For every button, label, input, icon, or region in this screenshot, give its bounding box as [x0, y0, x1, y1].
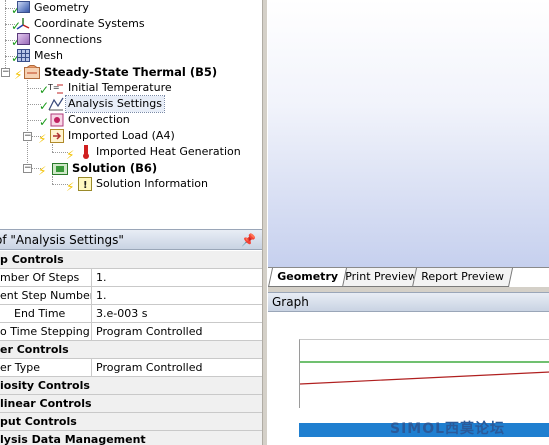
geometry-viewport[interactable] [268, 0, 549, 267]
ansys-mechanical-window: ✓ Geometry ✓ Coordinate Systems ✓ Connec… [0, 0, 549, 445]
tree-item-steady-state-thermal[interactable]: ⚡ Steady-State Thermal (B5) [12, 64, 219, 81]
tree-item-label: Connections [34, 33, 102, 46]
details-property-value[interactable]: 3.e-003 s [92, 305, 262, 322]
tree-item-label: Solution Information [96, 177, 208, 190]
tab-label: Geometry [277, 270, 339, 283]
details-category-row[interactable]: put Controls [0, 413, 262, 431]
details-property-value[interactable]: 1. [92, 269, 262, 286]
details-category-label: er Controls [0, 343, 69, 356]
tree-item-label: Geometry [34, 1, 89, 14]
details-category-label: linear Controls [0, 397, 92, 410]
details-category-row[interactable]: lysis Data Management [0, 431, 262, 445]
imported-load-icon: ⚡ [38, 128, 64, 145]
details-panel-header: of "Analysis Settings" 📌 [0, 229, 262, 250]
view-tabs: Geometry Print Preview Report Preview [267, 267, 549, 287]
collapse-toggle[interactable]: − [23, 132, 32, 141]
solution-icon: ⚡ [38, 160, 68, 177]
svg-text:!: ! [83, 180, 88, 191]
details-category-row[interactable]: iosity Controls [0, 377, 262, 395]
tree-item-mesh[interactable]: ✓ Mesh [11, 48, 65, 64]
watermark-logo: SIMOL西莫论坛 [390, 421, 506, 437]
details-category-label: p Controls [0, 253, 64, 266]
details-property-label: mber Of Steps [0, 269, 92, 286]
geometry-icon: ✓ [11, 0, 30, 16]
tree-item-label: Analysis Settings [65, 95, 165, 113]
graph-title: Graph [272, 295, 309, 309]
graph-series-red [300, 371, 549, 385]
svg-text:T=: T= [48, 83, 60, 92]
details-category-label: put Controls [0, 415, 77, 428]
initial-temperature-icon: ✓ T= [39, 83, 63, 97]
details-row[interactable]: ent Step Number 1. [0, 287, 262, 305]
thermal-analysis-icon: ⚡ [12, 64, 40, 81]
imported-heat-generation-icon: ⚡ [66, 144, 92, 161]
details-row[interactable]: o Time Stepping Program Controlled [0, 323, 262, 341]
tree-item-label: Convection [68, 113, 130, 126]
tree-item-initial-temperature[interactable]: ✓ T= Initial Temperature [39, 80, 174, 97]
tab-report-preview[interactable]: Report Preview [411, 268, 513, 287]
details-property-label: ent Step Number [0, 287, 92, 304]
details-row[interactable]: mber Of Steps 1. [0, 269, 262, 287]
tab-geometry[interactable]: Geometry [267, 268, 347, 287]
details-property-label: End Time [0, 305, 92, 322]
tab-label: Report Preview [421, 270, 504, 283]
tree-item-label: Coordinate Systems [34, 17, 145, 30]
tree-item-label: Solution (B6) [72, 161, 158, 175]
graph-plot-area [299, 339, 549, 408]
tree-item-label: Mesh [34, 49, 63, 62]
details-grid: p Controls mber Of Steps 1. ent Step Num… [0, 251, 262, 445]
connections-icon: ✓ [11, 32, 30, 48]
tree-item-label: Imported Load (A4) [68, 129, 175, 142]
details-category-label: lysis Data Management [0, 433, 146, 445]
solution-information-icon: ⚡ ! [66, 176, 92, 193]
tree-item-geometry[interactable]: ✓ Geometry [11, 0, 91, 16]
tree-item-label: Imported Heat Generation [96, 145, 241, 158]
details-title: of "Analysis Settings" [0, 232, 124, 247]
convection-icon: ✓ [39, 112, 64, 128]
details-category-row[interactable]: p Controls [0, 251, 262, 269]
pin-icon[interactable]: 📌 [241, 233, 256, 247]
mesh-icon: ✓ [11, 48, 30, 64]
outline-tree: ✓ Geometry ✓ Coordinate Systems ✓ Connec… [0, 0, 262, 228]
tab-label: Print Preview [345, 270, 417, 283]
details-property-label: er Type [0, 359, 92, 376]
details-row[interactable]: End Time 3.e-003 s [0, 305, 262, 323]
details-property-label: o Time Stepping [0, 323, 92, 340]
analysis-settings-icon: ✓ [39, 96, 64, 112]
details-property-value[interactable]: Program Controlled [92, 323, 262, 340]
tree-item-connections[interactable]: ✓ Connections [11, 32, 104, 48]
details-category-row[interactable]: er Controls [0, 341, 262, 359]
collapse-toggle[interactable]: − [1, 68, 10, 77]
tree-item-solution-information[interactable]: ⚡ ! Solution Information [66, 176, 210, 193]
tree-item-analysis-settings[interactable]: ✓ Analysis Settings [39, 95, 165, 113]
graph-panel-header: Graph [268, 292, 549, 312]
tree-item-imported-load[interactable]: ⚡ Imported Load (A4) [38, 128, 177, 145]
tree-item-label: Steady-State Thermal (B5) [44, 65, 218, 79]
details-property-value[interactable]: 1. [92, 287, 262, 304]
tree-item-coordinate-systems[interactable]: ✓ Coordinate Systems [11, 16, 147, 32]
details-category-label: iosity Controls [0, 379, 90, 392]
tree-item-convection[interactable]: ✓ Convection [39, 112, 132, 128]
details-category-row[interactable]: linear Controls [0, 395, 262, 413]
collapse-toggle[interactable]: − [23, 164, 32, 173]
tree-item-label: Initial Temperature [68, 81, 172, 94]
tree-item-imported-heat-generation[interactable]: ⚡ Imported Heat Generation [66, 144, 243, 161]
coordinate-systems-icon: ✓ [11, 16, 30, 32]
details-property-value[interactable]: Program Controlled [92, 359, 262, 376]
tree-item-solution[interactable]: ⚡ Solution (B6) [38, 160, 159, 177]
details-row[interactable]: er Type Program Controlled [0, 359, 262, 377]
